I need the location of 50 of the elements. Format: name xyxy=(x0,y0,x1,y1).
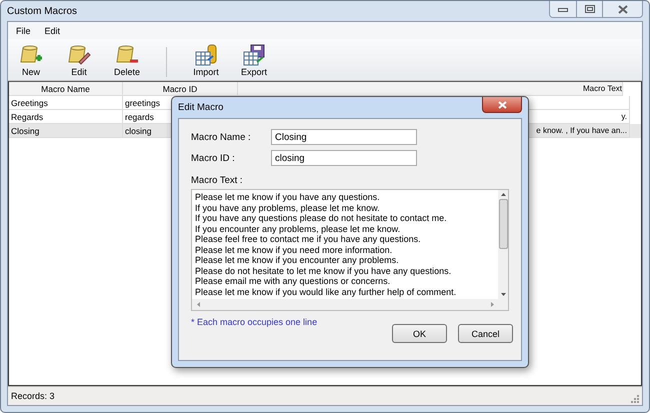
close-button[interactable] xyxy=(602,1,642,17)
horizontal-scrollbar[interactable] xyxy=(192,299,508,310)
table-cylinder-icon xyxy=(194,44,218,66)
column-header[interactable]: Macro ID xyxy=(123,82,238,96)
resize-grip-icon xyxy=(631,395,639,403)
up-arrow-icon xyxy=(500,193,506,196)
text-line: Please let me know if you would like any further help of comment. xyxy=(195,286,458,297)
column-header[interactable]: Macro Name xyxy=(9,82,123,96)
menu-item[interactable]: File xyxy=(16,26,31,36)
table-disk-icon xyxy=(242,44,266,66)
close-icon xyxy=(498,100,506,108)
close-icon xyxy=(618,4,628,14)
toolbar-button[interactable]: Delete xyxy=(112,44,142,77)
text-line: Please feel free to contact me if you have any questions. xyxy=(195,234,422,244)
text-line: Please email me with any questions or concerns. xyxy=(195,276,392,286)
maximize-icon xyxy=(584,5,594,13)
field-label: Macro ID : xyxy=(191,152,236,164)
toolbar-button[interactable]: Edit xyxy=(64,44,94,77)
hint-text: * Each macro occupies one line xyxy=(191,317,318,327)
menu-item[interactable]: Edit xyxy=(44,26,60,36)
toolbar-button[interactable]: Import xyxy=(191,44,221,77)
macro-id-field[interactable]: closing xyxy=(271,150,417,166)
text-line: Please let me know if you encounter any problems. xyxy=(195,255,400,266)
maximize-button[interactable] xyxy=(576,1,602,17)
text-line: Please let me know if you have any questions. xyxy=(195,192,381,202)
left-arrow-icon xyxy=(197,302,200,307)
field-label: Macro Text : xyxy=(191,175,244,186)
ok-button[interactable]: OK xyxy=(392,324,447,343)
toolbar-button[interactable]: New xyxy=(16,44,46,77)
text-line: If you have any problems, please let me know. xyxy=(195,202,381,213)
minimize-button[interactable] xyxy=(550,1,576,17)
right-arrow-icon xyxy=(491,302,494,307)
dialog-title: Edit Macro xyxy=(178,102,224,113)
table-cell: Closing xyxy=(9,124,123,138)
minimize-icon xyxy=(558,6,568,12)
text-line: If you encounter any problems, please let me know. xyxy=(195,224,402,234)
text-line: Please do not hesitate to let me know if you have any questions. xyxy=(195,266,452,276)
scroll-thumb[interactable] xyxy=(498,199,508,249)
toolbar-button[interactable]: Export xyxy=(239,44,269,77)
close-button[interactable] xyxy=(482,97,522,113)
text-line: If you have any questions please do not hesitate to contact me. xyxy=(195,213,448,224)
macro-text-area[interactable] xyxy=(191,189,509,311)
column-header[interactable]: Macro Text xyxy=(238,82,623,96)
macro-name-field[interactable]: Closing xyxy=(271,129,417,145)
cancel-button[interactable]: Cancel xyxy=(458,324,513,343)
status-text: Records: 3 xyxy=(11,391,55,401)
text-line: Please let me know if you need more information. xyxy=(195,244,394,255)
down-arrow-icon xyxy=(500,293,506,296)
vertical-scrollbar[interactable] xyxy=(498,190,508,299)
window-title: Custom Macros xyxy=(7,6,78,16)
